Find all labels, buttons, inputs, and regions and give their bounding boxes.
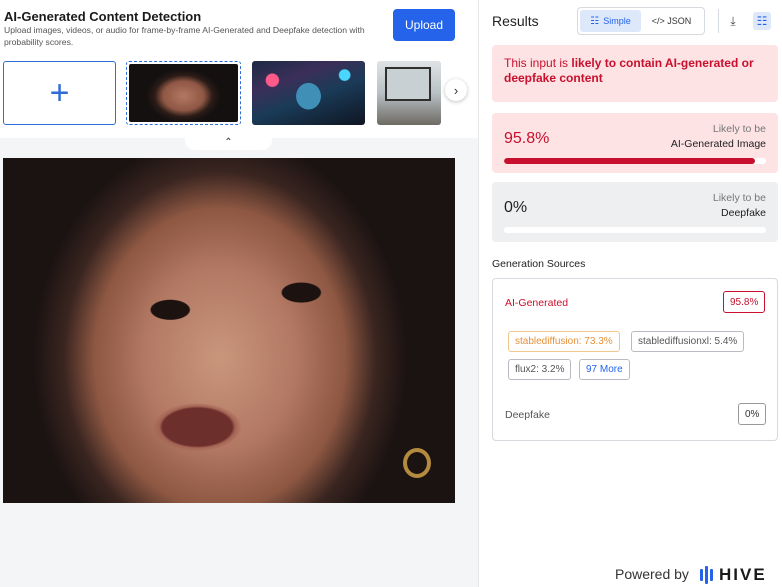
upload-button[interactable]: Upload <box>393 9 455 41</box>
deepfake-label: Deepfake <box>505 409 550 421</box>
ai-score-bar-fill <box>504 158 755 164</box>
plus-icon: + <box>49 74 70 112</box>
chevron-right-icon[interactable]: › <box>445 79 467 101</box>
deepfake-score-bar <box>504 227 766 233</box>
view-simple-label: Simple <box>603 16 631 26</box>
hive-logo-text: HIVE <box>719 565 767 584</box>
details-icon[interactable]: ☷ <box>753 12 771 30</box>
alert-prefix: This input is <box>504 56 572 70</box>
chevron-up-icon: ⌃ <box>224 136 233 148</box>
ai-generated-score-card: 95.8% Likely to be AI-Generated Image <box>492 113 778 173</box>
thumbnail-cyberpunk[interactable] <box>252 61 365 125</box>
header-separator <box>718 9 719 33</box>
ai-generated-label: AI-Generated <box>505 297 569 309</box>
media-preview <box>3 158 455 503</box>
hive-logo-icon <box>700 566 713 584</box>
ai-score-bar <box>504 158 766 164</box>
thumbnail-interior[interactable] <box>377 61 441 125</box>
ai-score-label-1: Likely to be <box>712 123 766 135</box>
page-subtitle: Upload images, videos, or audio for fram… <box>4 25 365 47</box>
ai-score-value: 95.8% <box>504 130 550 147</box>
preview-earring <box>403 448 431 478</box>
view-simple-button[interactable]: ☷ Simple <box>580 10 641 32</box>
results-panel: Results ☷ Simple </> JSON ⤓ ☷ This input… <box>479 0 782 587</box>
preview-image <box>3 158 455 503</box>
thumbnail-image <box>129 64 238 122</box>
deepfake-score-label-2: Deepfake <box>721 207 766 219</box>
detection-alert: This input is likely to contain AI-gener… <box>492 45 778 102</box>
hive-logo[interactable]: HIVE <box>700 565 767 585</box>
generation-sources-title: Generation Sources <box>492 258 586 270</box>
deepfake-pct-badge: 0% <box>738 403 767 425</box>
page-title: AI-Generated Content Detection <box>4 9 202 24</box>
generation-sources-card: AI-Generated 95.8% stablediffusion: 73.3… <box>492 278 778 441</box>
source-chip-stablediffusion: stablediffusion: 73.3% <box>508 331 620 352</box>
input-panel: AI-Generated Content Detection Upload im… <box>0 0 478 587</box>
collapse-thumbnails-button[interactable]: ⌃ <box>185 134 272 150</box>
view-json-label: </> JSON <box>651 16 692 26</box>
thumbnail-image <box>385 67 431 101</box>
results-title: Results <box>492 13 539 29</box>
powered-by-label: Powered by <box>615 566 689 582</box>
view-json-button[interactable]: </> JSON <box>641 10 702 32</box>
deepfake-score-label-1: Likely to be <box>712 192 766 204</box>
ai-score-label-2: AI-Generated Image <box>670 138 766 150</box>
view-toggle: ☷ Simple </> JSON <box>577 7 705 35</box>
list-icon: ☷ <box>590 15 600 27</box>
thumbnail-selected-face[interactable] <box>126 61 241 125</box>
deepfake-score-card: 0% Likely to be Deepfake <box>492 182 778 242</box>
deepfake-score-value: 0% <box>504 199 528 216</box>
add-media-button[interactable]: + <box>3 61 116 125</box>
download-icon[interactable]: ⤓ <box>724 12 742 30</box>
ai-generated-pct-badge: 95.8% <box>723 291 766 313</box>
source-chip-flux2: flux2: 3.2% <box>508 359 572 380</box>
thumbnail-image <box>252 61 365 125</box>
more-sources-button[interactable]: 97 More <box>579 359 630 380</box>
source-chip-stablediffusionxl: stablediffusionxl: 5.4% <box>631 331 745 352</box>
